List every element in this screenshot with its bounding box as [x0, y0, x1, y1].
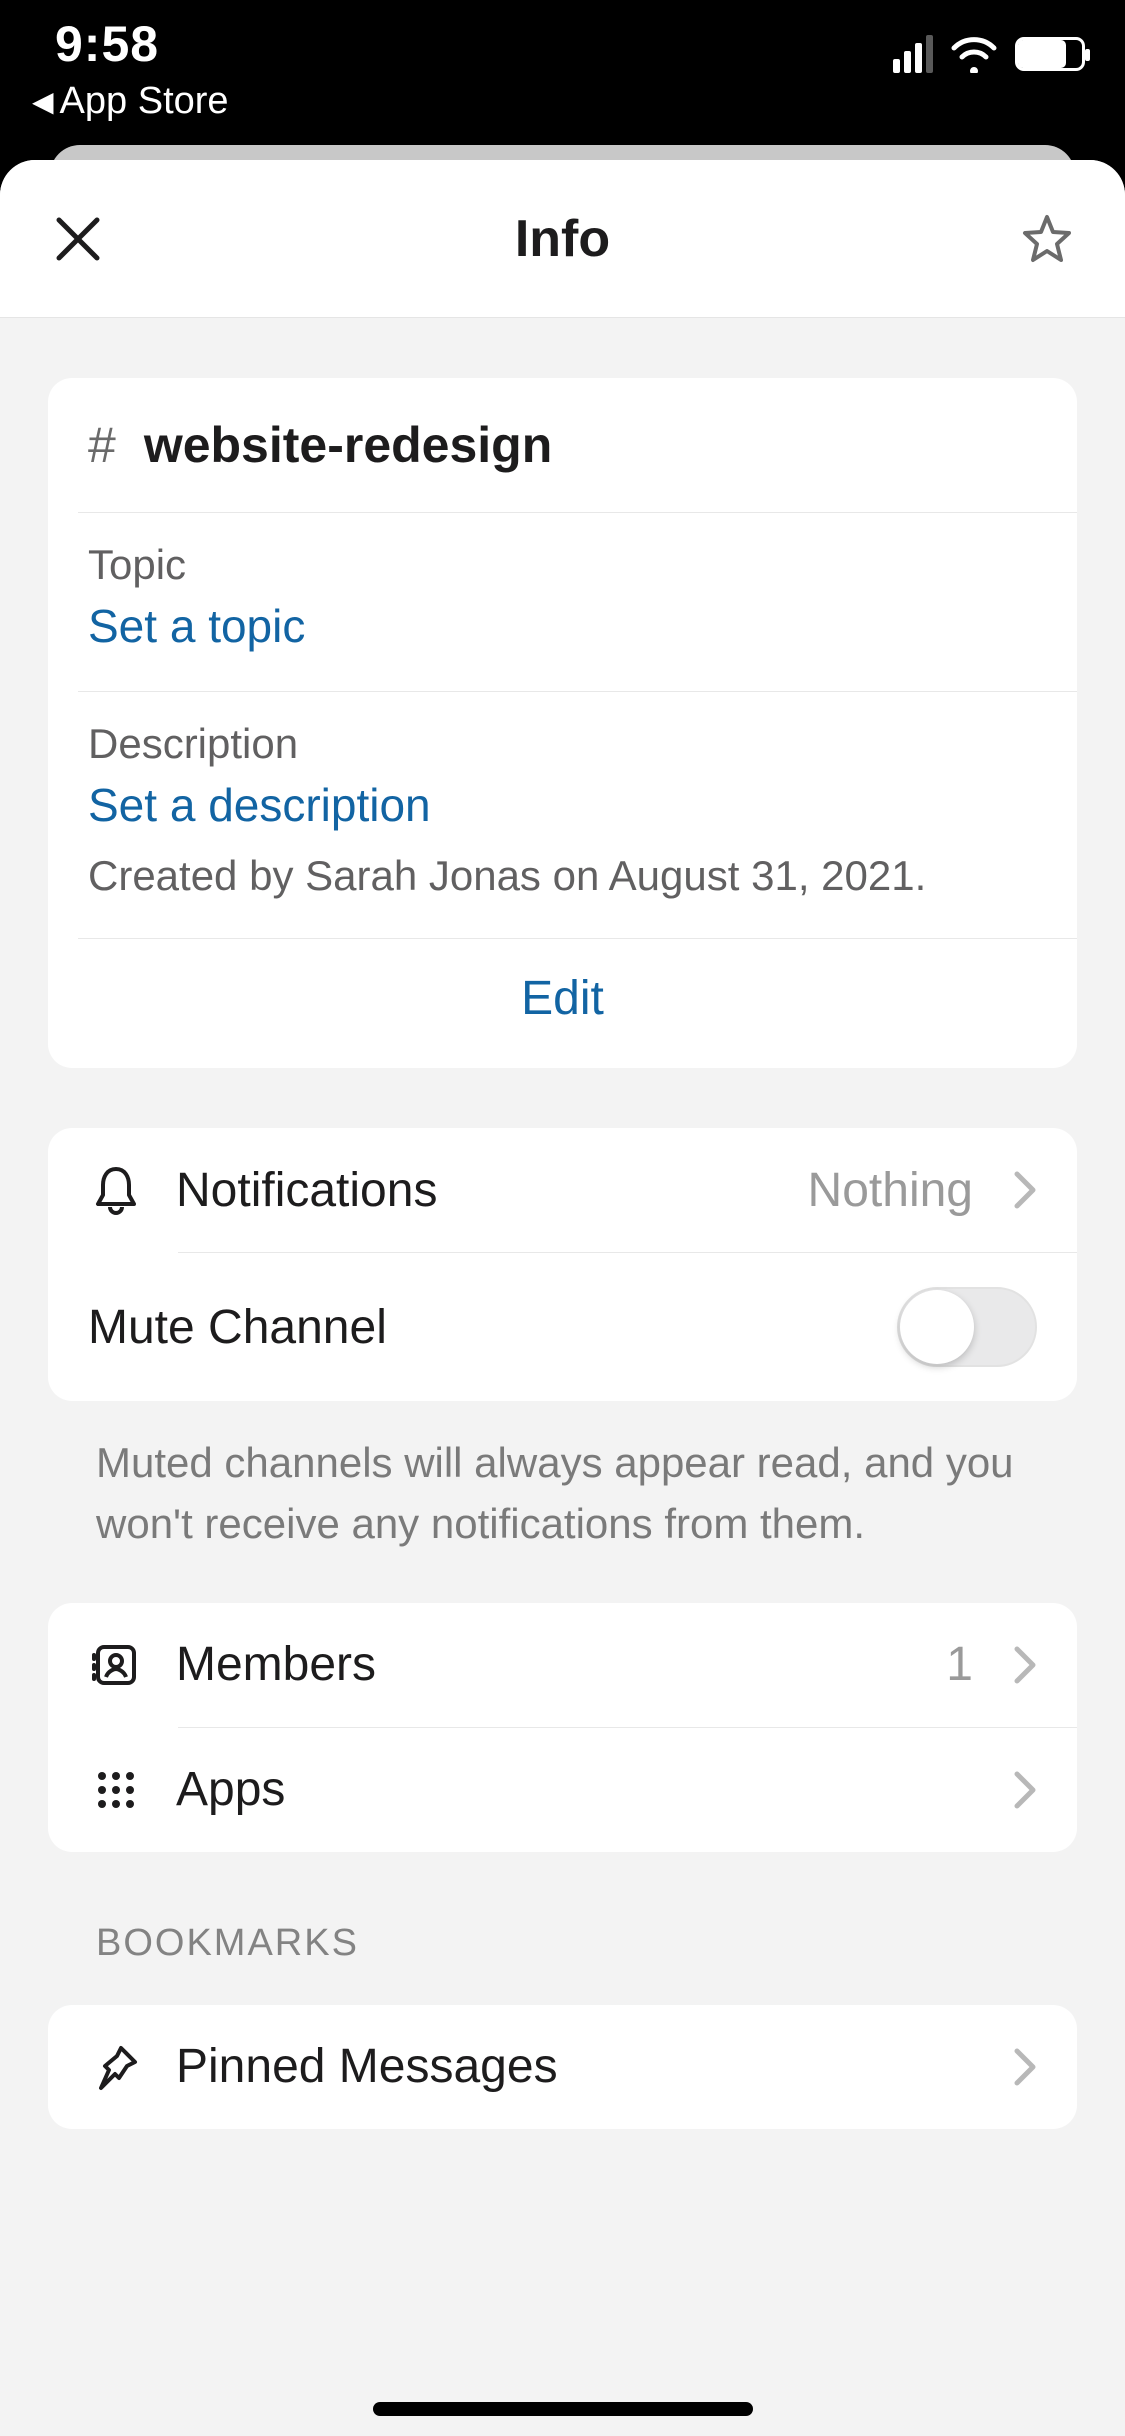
chevron-right-icon: [1013, 1170, 1037, 1210]
created-by-text: Created by Sarah Jonas on August 31, 202…: [88, 852, 1037, 900]
members-icon: [88, 1637, 144, 1693]
page-title: Info: [515, 209, 610, 269]
info-sheet: Info # website-redesign Topic Set a topi…: [0, 160, 1125, 2436]
mute-row: Mute Channel: [48, 1253, 1077, 1401]
apps-row[interactable]: Apps: [48, 1728, 1077, 1852]
members-apps-card: Members 1 Apps: [48, 1603, 1077, 1852]
toggle-thumb: [900, 1290, 974, 1364]
back-to-app-label: App Store: [60, 80, 229, 123]
edit-row: Edit: [48, 939, 1077, 1068]
members-count: 1: [946, 1637, 973, 1692]
apps-grid-icon: [88, 1762, 144, 1818]
description-label: Description: [88, 720, 1037, 768]
channel-name: website-redesign: [144, 416, 552, 474]
notifications-row[interactable]: Notifications Nothing: [48, 1128, 1077, 1252]
chevron-right-icon: [1013, 1645, 1037, 1685]
pinned-messages-label: Pinned Messages: [176, 2039, 981, 2094]
mute-label: Mute Channel: [88, 1300, 865, 1355]
pin-icon: [88, 2039, 144, 2095]
set-description-link[interactable]: Set a description: [88, 778, 1037, 832]
back-triangle-icon: ◀: [32, 85, 54, 118]
notifications-card: Notifications Nothing Mute Channel: [48, 1128, 1077, 1401]
status-icons: [893, 35, 1085, 73]
description-field[interactable]: Description Set a description Created by…: [48, 692, 1077, 938]
close-icon: [53, 214, 103, 264]
chevron-right-icon: [1013, 2047, 1037, 2087]
bookmarks-section-title: BOOKMARKS: [48, 1852, 1077, 1985]
status-bar: 9:58 ◀ App Store: [0, 0, 1125, 130]
apps-label: Apps: [176, 1762, 981, 1817]
topic-label: Topic: [88, 541, 1037, 589]
star-button[interactable]: [1017, 209, 1077, 269]
edit-button[interactable]: Edit: [521, 972, 604, 1025]
bookmarks-card: Pinned Messages: [48, 2005, 1077, 2129]
bell-icon: [88, 1162, 144, 1218]
notifications-label: Notifications: [176, 1163, 776, 1218]
nav-bar: Info: [0, 160, 1125, 318]
pinned-messages-row[interactable]: Pinned Messages: [48, 2005, 1077, 2129]
back-to-app-button[interactable]: ◀ App Store: [32, 80, 229, 123]
wifi-icon: [949, 35, 999, 73]
battery-icon: [1015, 37, 1085, 71]
mute-help-text: Muted channels will always appear read, …: [48, 1401, 1077, 1555]
home-indicator[interactable]: [373, 2402, 753, 2416]
notifications-value: Nothing: [808, 1163, 973, 1218]
topic-field[interactable]: Topic Set a topic: [48, 513, 1077, 691]
hash-icon: #: [88, 416, 116, 474]
chevron-right-icon: [1013, 1770, 1037, 1810]
members-label: Members: [176, 1637, 914, 1692]
channel-info-card: # website-redesign Topic Set a topic Des…: [48, 378, 1077, 1068]
channel-header: # website-redesign: [48, 378, 1077, 512]
cellular-signal-icon: [893, 35, 933, 73]
mute-toggle[interactable]: [897, 1287, 1037, 1367]
members-row[interactable]: Members 1: [48, 1603, 1077, 1727]
set-topic-link[interactable]: Set a topic: [88, 599, 1037, 653]
close-button[interactable]: [48, 209, 108, 269]
star-icon: [1019, 211, 1075, 267]
status-time: 9:58: [55, 15, 159, 73]
